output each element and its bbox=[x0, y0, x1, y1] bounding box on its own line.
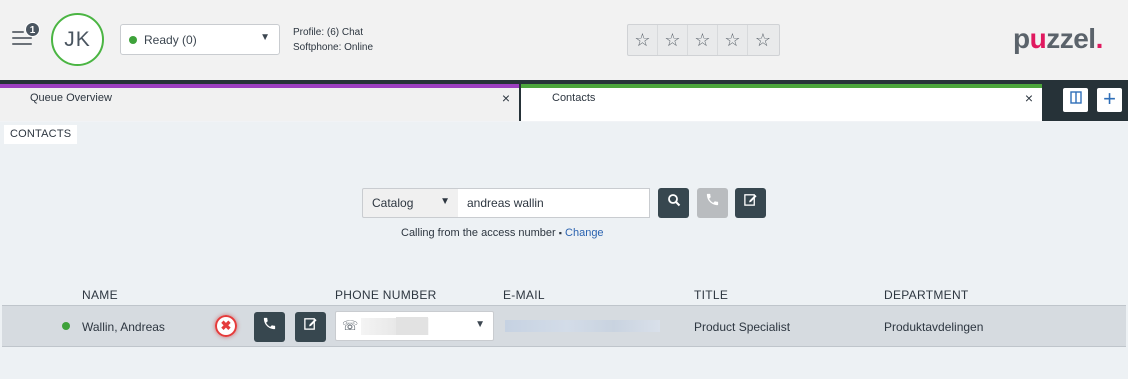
contact-name: Wallin, Andreas bbox=[82, 320, 165, 334]
search-icon bbox=[667, 194, 680, 207]
logo-heart: u bbox=[1029, 23, 1047, 54]
calling-from-text: Calling from the access number bbox=[401, 227, 556, 239]
calling-from-note: Calling from the access number ▪ Change bbox=[401, 227, 604, 239]
menu-icon-line bbox=[12, 37, 32, 39]
presence-indicator bbox=[62, 322, 70, 330]
phone-number-dropdown[interactable]: ☏ ▼ bbox=[335, 311, 494, 341]
softphone-label: Softphone: Online bbox=[293, 42, 374, 53]
caret-down-icon: ▼ bbox=[440, 196, 450, 207]
column-header-title[interactable]: TITLE bbox=[694, 288, 728, 302]
split-view-button[interactable] bbox=[1063, 88, 1088, 112]
column-header-department[interactable]: DEPARTMENT bbox=[884, 288, 969, 302]
edit-icon bbox=[304, 318, 317, 330]
telephone-icon: ☏ bbox=[342, 318, 359, 333]
search-button[interactable] bbox=[658, 188, 689, 218]
star-icon[interactable]: ☆ bbox=[748, 25, 778, 55]
profile-label: Profile: (6) Chat bbox=[293, 27, 364, 38]
column-header-phone[interactable]: PHONE NUMBER bbox=[335, 288, 437, 302]
call-button[interactable] bbox=[697, 188, 728, 218]
edit-icon bbox=[744, 194, 757, 206]
new-contact-button[interactable] bbox=[735, 188, 766, 218]
phone-icon bbox=[706, 193, 719, 206]
column-header-email[interactable]: E-MAIL bbox=[503, 288, 545, 302]
user-avatar[interactable]: JK bbox=[51, 13, 104, 66]
row-call-button[interactable] bbox=[254, 312, 285, 342]
star-icon[interactable]: ☆ bbox=[628, 25, 658, 55]
status-indicator bbox=[129, 36, 137, 44]
menu-icon-line bbox=[12, 43, 32, 45]
close-icon[interactable]: × bbox=[502, 90, 510, 106]
column-header-name[interactable]: NAME bbox=[82, 288, 118, 302]
catalog-dropdown[interactable]: Catalog ▼ bbox=[362, 188, 459, 218]
tab-contacts[interactable]: Contacts × bbox=[521, 84, 1042, 121]
caret-down-icon: ▼ bbox=[260, 32, 270, 43]
puzzel-logo: puzzel. bbox=[1013, 23, 1103, 55]
add-tab-button[interactable]: + bbox=[1097, 88, 1122, 112]
change-link[interactable]: Change bbox=[565, 227, 604, 239]
tab-label: Contacts bbox=[552, 92, 596, 104]
split-view-icon bbox=[1069, 91, 1082, 104]
star-icon[interactable]: ☆ bbox=[688, 25, 718, 55]
search-input[interactable] bbox=[458, 188, 650, 218]
row-edit-button[interactable] bbox=[295, 312, 326, 342]
redacted-phone bbox=[396, 317, 428, 335]
star-icon[interactable]: ☆ bbox=[658, 25, 688, 55]
star-icon[interactable]: ☆ bbox=[718, 25, 748, 55]
phone-icon bbox=[263, 317, 276, 330]
logo-text: zzel bbox=[1046, 23, 1096, 54]
separator: ▪ bbox=[558, 228, 562, 238]
top-header: 1 JK Ready (0) ▼ Profile: (6) Chat Softp… bbox=[0, 0, 1128, 80]
status-label: Ready (0) bbox=[144, 33, 197, 47]
contact-title: Product Specialist bbox=[694, 320, 791, 334]
logo-text: p bbox=[1013, 23, 1030, 54]
rating-stars: ☆ ☆ ☆ ☆ ☆ bbox=[627, 24, 780, 56]
tab-queue-overview[interactable]: Queue Overview × bbox=[0, 84, 519, 121]
logo-dot: . bbox=[1095, 23, 1104, 54]
caret-down-icon: ▼ bbox=[475, 319, 485, 330]
close-icon[interactable]: × bbox=[1025, 90, 1033, 106]
contact-department: Produktavdelingen bbox=[884, 320, 984, 334]
menu-icon bbox=[12, 31, 24, 33]
catalog-label: Catalog bbox=[372, 196, 414, 210]
section-title: CONTACTS bbox=[4, 125, 78, 144]
notification-badge: 1 bbox=[25, 22, 40, 37]
remove-icon[interactable]: ✖ bbox=[215, 315, 237, 337]
status-dropdown[interactable]: Ready (0) ▼ bbox=[120, 24, 280, 55]
redacted-email[interactable] bbox=[505, 320, 660, 332]
tab-label: Queue Overview bbox=[30, 92, 112, 104]
main-menu-button[interactable]: 1 bbox=[12, 22, 40, 50]
profile-info: Profile: (6) Chat Softphone: Online bbox=[293, 25, 373, 55]
